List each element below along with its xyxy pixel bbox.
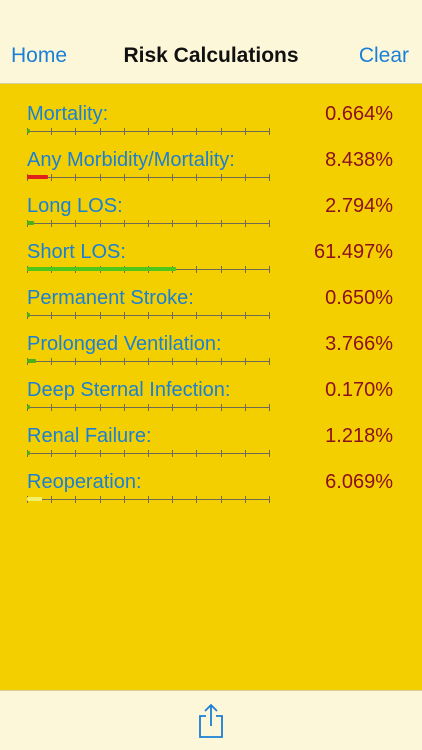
risk-row-renal-failure[interactable]: Renal Failure: 1.218% bbox=[0, 406, 422, 457]
risk-row-prolonged-ventilation[interactable]: Prolonged Ventilation: 3.766% bbox=[0, 314, 422, 365]
scale-tick bbox=[221, 496, 222, 503]
scale-tick bbox=[148, 496, 149, 503]
risk-row-reoperation[interactable]: Reoperation: 6.069% bbox=[0, 452, 422, 503]
scale-tick bbox=[245, 496, 246, 503]
risk-value: 2.794% bbox=[325, 195, 393, 217]
risk-row-long-los[interactable]: Long LOS: 2.794% bbox=[0, 176, 422, 227]
risk-label: Reoperation: bbox=[27, 471, 142, 493]
scale-tick bbox=[124, 496, 125, 503]
risk-row-permanent-stroke[interactable]: Permanent Stroke: 0.650% bbox=[0, 268, 422, 319]
risk-value: 6.069% bbox=[325, 471, 393, 493]
risk-value: 8.438% bbox=[325, 149, 393, 171]
scale-tick bbox=[172, 496, 173, 503]
risk-value: 0.664% bbox=[325, 103, 393, 125]
risk-label: Permanent Stroke: bbox=[27, 287, 194, 309]
risk-value: 0.650% bbox=[325, 287, 393, 309]
risk-row-any-morbidity-mortality[interactable]: Any Morbidity/Mortality: 8.438% bbox=[0, 130, 422, 181]
risk-row-deep-sternal-infection[interactable]: Deep Sternal Infection: 0.170% bbox=[0, 360, 422, 411]
risk-label: Prolonged Ventilation: bbox=[27, 333, 222, 355]
scale-tick bbox=[100, 496, 101, 503]
scale-tick bbox=[75, 496, 76, 503]
risk-value: 1.218% bbox=[325, 425, 393, 447]
risk-value: 3.766% bbox=[325, 333, 393, 355]
risk-label: Deep Sternal Infection: bbox=[27, 379, 231, 401]
risk-value: 0.170% bbox=[325, 379, 393, 401]
risk-label: Mortality: bbox=[27, 103, 109, 125]
scale-tick bbox=[51, 496, 52, 503]
risk-label: Renal Failure: bbox=[27, 425, 152, 447]
risk-label: Any Morbidity/Mortality: bbox=[27, 149, 235, 171]
risk-scale bbox=[27, 495, 270, 503]
scale-tick bbox=[196, 496, 197, 503]
bottom-toolbar bbox=[0, 690, 422, 750]
risk-value: 61.497% bbox=[314, 241, 393, 263]
risk-label: Short LOS: bbox=[27, 241, 126, 263]
risk-label: Long LOS: bbox=[27, 195, 123, 217]
share-button[interactable] bbox=[196, 703, 226, 739]
risk-row-mortality[interactable]: Mortality: 0.664% bbox=[0, 84, 422, 135]
navigation-bar: Home Risk Calculations Clear bbox=[0, 0, 422, 84]
share-icon bbox=[199, 703, 223, 738]
risk-row-short-los[interactable]: Short LOS: 61.497% bbox=[0, 222, 422, 273]
risk-bar bbox=[27, 497, 42, 501]
clear-button[interactable]: Clear bbox=[359, 42, 409, 70]
scale-tick bbox=[269, 496, 270, 503]
